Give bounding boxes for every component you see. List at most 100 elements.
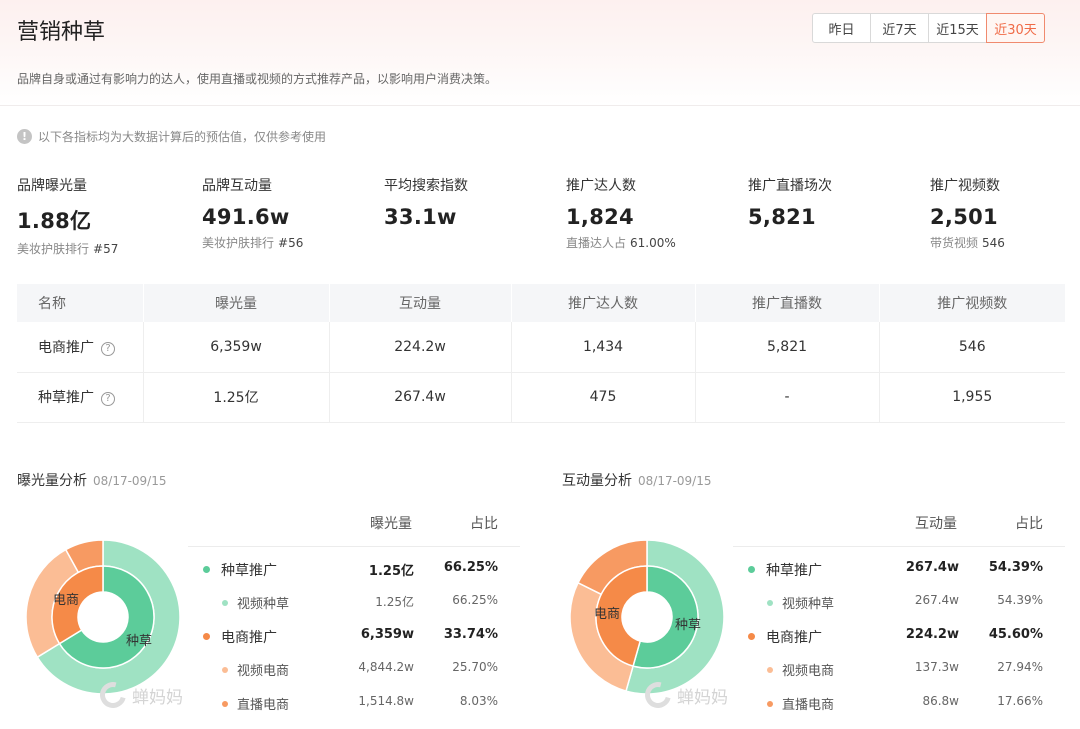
table-cell: 1.25亿 — [143, 372, 330, 423]
legend-value: 1.25亿 — [375, 595, 414, 609]
section-date: 08/17-09/15 — [93, 474, 167, 488]
metric-promoter-count: 推广达人数 1,824 直播达人占 61.00% — [566, 175, 676, 251]
legend-value: 267.4w — [905, 560, 959, 575]
metric-video-count: 推广视频数 2,501 带货视频 546 — [930, 175, 1005, 251]
promotion-table: 名称 曝光量 互动量 推广达人数 推广直播数 推广视频数 电商推广? 6,359… — [17, 284, 1065, 423]
metric-rank: #56 — [278, 236, 304, 250]
table-cell: 1,955 — [879, 372, 1065, 423]
legend-divider — [733, 546, 1065, 547]
section-date: 08/17-09/15 — [638, 474, 712, 488]
exposure-section-title: 曝光量分析 08/17-09/15 — [17, 470, 167, 490]
legend-pct: 45.60% — [988, 627, 1043, 642]
watermark: 蝉妈妈 — [640, 677, 728, 713]
metric-label: 品牌互动量 — [202, 178, 272, 194]
metric-rank: #57 — [93, 242, 119, 256]
table-cell: - — [695, 372, 880, 423]
legend-name: 种草推广 — [221, 563, 277, 579]
legend-row-video-zc: 视频种草 267.4w 54.39% — [733, 593, 1065, 613]
metric-value: 5,821 — [748, 205, 816, 229]
metric-label: 品牌曝光量 — [17, 178, 87, 194]
legend-pct: 33.74% — [443, 627, 498, 642]
metric-sub: 直播达人占 61.00% — [566, 234, 676, 251]
legend-pct: 25.70% — [452, 660, 498, 674]
table-cell: 267.4w — [329, 372, 512, 423]
legend-row-live-ds: 直播电商 1,514.8w 8.03% — [188, 694, 520, 714]
legend-dot — [767, 667, 773, 673]
legend-value: 6,359w — [360, 627, 414, 642]
tab-30-days[interactable]: 近30天 — [986, 13, 1045, 43]
legend-dot — [767, 701, 773, 707]
legend-col-pct: 占比 — [470, 516, 498, 532]
legend-row-zc: 种草推广 1.25亿 66.25% — [188, 560, 520, 580]
legend-col-value: 曝光量 — [370, 516, 412, 532]
legend-pct: 27.94% — [997, 660, 1043, 674]
interaction-inner-label-zc: 种草 — [675, 618, 702, 633]
legend-divider — [188, 546, 520, 547]
metric-rank: 61.00% — [630, 236, 676, 250]
legend-value: 137.3w — [914, 660, 959, 674]
metric-value: 33.1w — [384, 205, 457, 229]
table-row: 电商推广? 6,359w 224.2w 1,434 5,821 546 — [17, 322, 1065, 373]
table-cell: 6,359w — [143, 322, 330, 373]
legend-name: 视频电商 — [782, 664, 835, 679]
legend-pct: 54.39% — [997, 593, 1043, 607]
legend-name: 视频种草 — [237, 597, 290, 612]
col-live: 推广直播数 — [695, 284, 880, 322]
legend-dot — [222, 600, 228, 606]
legend-row-video-ds: 视频电商 4,844.2w 25.70% — [188, 660, 520, 680]
legend-row-ds: 电商推广 6,359w 33.74% — [188, 627, 520, 647]
metric-label: 平均搜索指数 — [384, 178, 468, 194]
chanmama-logo-icon — [95, 677, 131, 713]
question-icon[interactable]: ? — [101, 392, 115, 406]
metric-value: 2,501 — [930, 205, 998, 229]
table-row: 种草推广? 1.25亿 267.4w 475 - 1,955 — [17, 372, 1065, 423]
legend-dot — [203, 566, 210, 573]
legend-row-live-ds: 直播电商 86.8w 17.66% — [733, 694, 1065, 714]
metric-value: 491.6w — [202, 205, 290, 229]
table-cell: 224.2w — [329, 322, 512, 373]
metric-sub-label: 直播达人占 — [566, 236, 627, 250]
legend-value: 1,514.8w — [358, 694, 414, 708]
legend-name: 种草推广 — [766, 563, 822, 579]
legend-name: 视频种草 — [782, 597, 835, 612]
date-range-tabs: 昨日 近7天 近15天 近30天 — [812, 13, 1045, 43]
exposure-inner-label-ds: 电商 — [53, 593, 80, 608]
col-interaction: 互动量 — [329, 284, 512, 322]
exposure-inner-label-zc: 种草 — [126, 634, 153, 649]
watermark-text: 蝉妈妈 — [132, 687, 183, 708]
legend-value: 224.2w — [905, 627, 959, 642]
metric-sub-label: 美妆护肤排行 — [202, 236, 275, 250]
legend-pct: 54.39% — [988, 560, 1043, 575]
metric-sub-label: 带货视频 — [930, 236, 979, 250]
col-name: 名称 — [17, 284, 144, 322]
legend-dot — [748, 566, 755, 573]
legend-row-video-zc: 视频种草 1.25亿 66.25% — [188, 593, 520, 613]
row-name: 种草推广 — [38, 390, 94, 406]
legend-name: 电商推广 — [221, 630, 277, 646]
metric-label: 推广直播场次 — [748, 178, 832, 194]
tab-7-days[interactable]: 近7天 — [870, 13, 929, 43]
question-icon[interactable]: ? — [101, 341, 115, 356]
tab-15-days[interactable]: 近15天 — [928, 13, 987, 43]
legend-row-zc: 种草推广 267.4w 54.39% — [733, 560, 1065, 580]
table-cell: 475 — [511, 372, 696, 423]
metric-brand-interaction: 品牌互动量 491.6w 美妆护肤排行 #56 — [202, 175, 303, 251]
legend-row-ds: 电商推广 224.2w 45.60% — [733, 627, 1065, 647]
info-icon: ! — [17, 129, 32, 144]
legend-row-video-ds: 视频电商 137.3w 27.94% — [733, 660, 1065, 680]
metric-sub: 美妆护肤排行 #56 — [202, 234, 303, 251]
table-cell: 1,434 — [511, 322, 696, 373]
estimate-notice: ! 以下各指标均为大数据计算后的预估值，仅供参考使用 — [17, 128, 326, 145]
col-promoters: 推广达人数 — [511, 284, 696, 322]
col-videos: 推广视频数 — [879, 284, 1065, 322]
legend-name: 视频电商 — [237, 664, 290, 679]
legend-pct: 66.25% — [452, 593, 498, 607]
metric-label: 推广视频数 — [930, 178, 1000, 194]
notice-text: 以下各指标均为大数据计算后的预估值，仅供参考使用 — [38, 130, 327, 144]
tab-yesterday[interactable]: 昨日 — [812, 13, 871, 43]
exposure-donut-chart — [26, 540, 180, 694]
metric-sub: 美妆护肤排行 #57 — [17, 240, 118, 257]
metric-brand-exposure: 品牌曝光量 1.88亿 美妆护肤排行 #57 — [17, 175, 118, 257]
table-cell: 546 — [879, 322, 1065, 373]
interaction-inner-label-ds: 电商 — [594, 607, 621, 622]
